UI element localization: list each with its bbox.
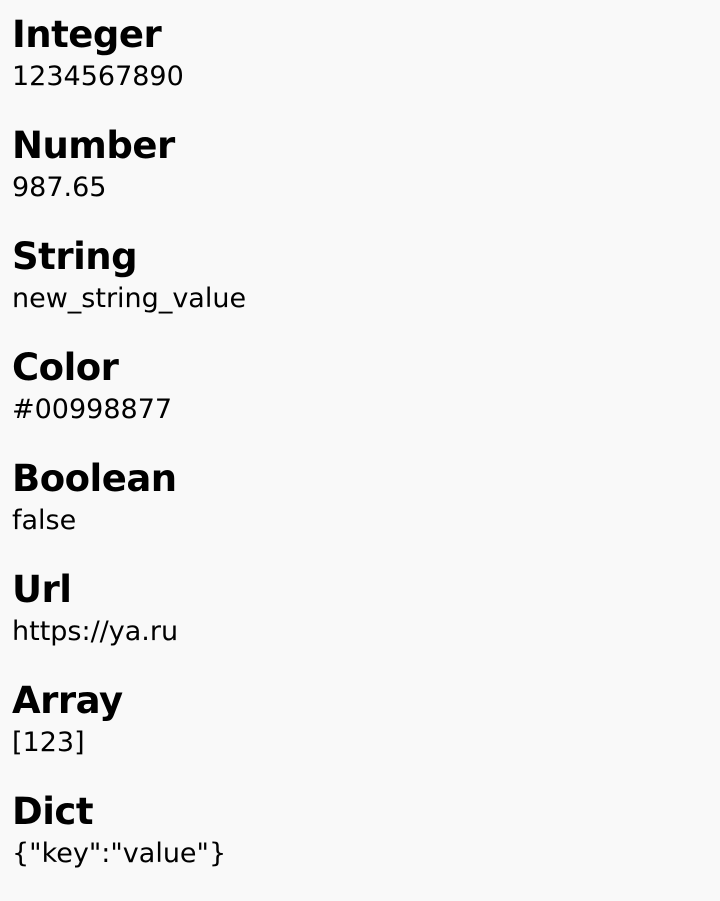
property-value: 987.65 [12,172,107,203]
property-list: Integer 1234567890 Number 987.65 String … [12,13,708,901]
property-value: false [12,505,77,536]
property-item-color: Color #00998877 [12,346,708,457]
property-item-boolean: Boolean false [12,457,708,568]
property-value: {"key":"value"} [12,838,227,869]
property-title: Integer [12,13,162,56]
property-item-number: Number 987.65 [12,124,708,235]
property-item-string: String new_string_value [12,235,708,346]
property-value: https://ya.ru [12,616,179,647]
property-title: Dict [12,790,94,833]
property-title: Url [12,568,72,611]
property-title: String [12,235,138,278]
property-title: Array [12,679,123,722]
property-value: 1234567890 [12,61,184,92]
property-title: Boolean [12,457,177,500]
property-title: Number [12,124,175,167]
property-value: #00998877 [12,394,173,425]
property-item-url: Url https://ya.ru [12,568,708,679]
property-item-dict: Dict {"key":"value"} [12,790,708,901]
property-item-array: Array [123] [12,679,708,790]
property-value: [123] [12,727,85,758]
property-item-integer: Integer 1234567890 [12,13,708,124]
property-title: Color [12,346,119,389]
property-value: new_string_value [12,283,247,314]
